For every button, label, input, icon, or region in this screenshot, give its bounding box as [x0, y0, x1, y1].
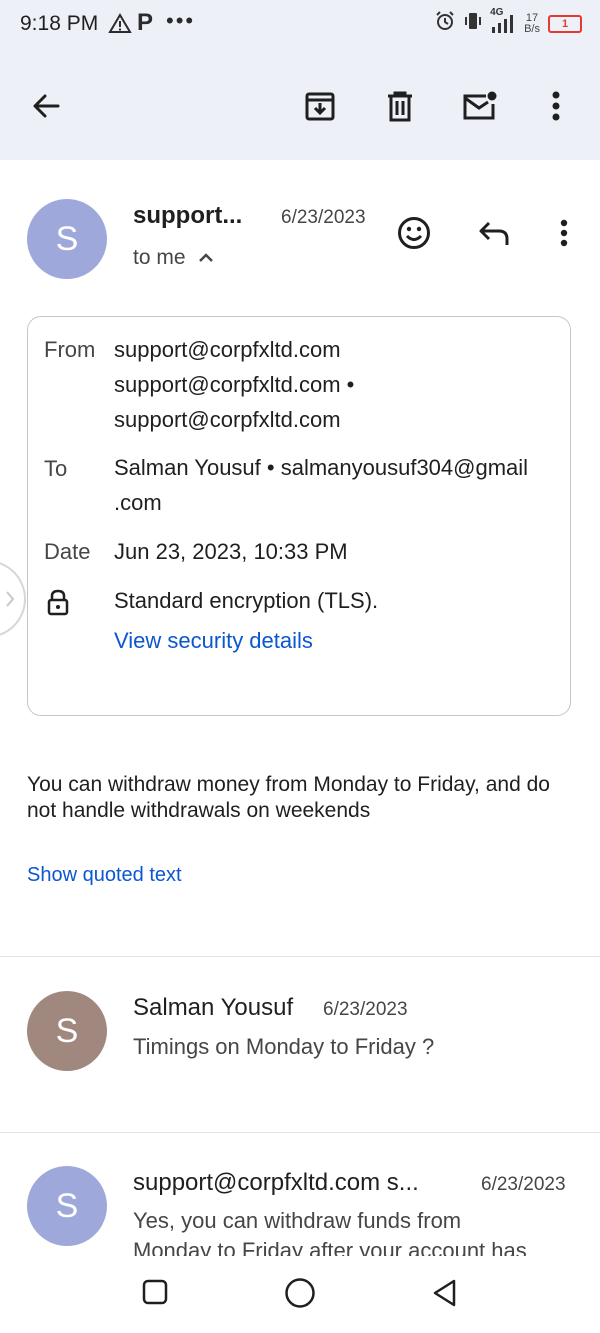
from-line[interactable]: support@corpfxltd.com: [114, 402, 354, 437]
sender-avatar[interactable]: S: [27, 199, 107, 279]
thread-sender: Salman Yousuf: [133, 994, 294, 1021]
mark-unread-button[interactable]: [460, 86, 500, 126]
message-body: You can withdraw money from Monday to Fr…: [27, 773, 550, 822]
from-line[interactable]: support@corpfxltd.com: [114, 332, 354, 367]
thread-snippet: Yes, you can withdraw funds from: [133, 1208, 462, 1233]
parking-icon: P: [137, 9, 154, 36]
chevron-right-icon: [4, 589, 16, 614]
network-speed: 17 B/s: [524, 12, 540, 35]
show-quoted-text-link[interactable]: Show quoted text: [27, 864, 182, 887]
recents-button[interactable]: [141, 1278, 169, 1311]
message-date: 6/23/2023: [281, 207, 366, 228]
triangle-back-icon: [433, 1279, 456, 1307]
to-line[interactable]: .com: [114, 485, 528, 520]
archive-button[interactable]: [300, 86, 340, 126]
emoji-reaction-button[interactable]: [394, 213, 434, 253]
to-line[interactable]: Salman Yousuf • salmanyousuf304@gmail: [114, 450, 528, 485]
thread-snippet: Monday to Friday after your account has: [133, 1238, 527, 1256]
back-button[interactable]: [26, 86, 66, 126]
to-label: To: [44, 456, 68, 481]
alarm-icon: [434, 10, 456, 37]
more-vert-icon: [552, 91, 560, 121]
lock-icon: [46, 588, 70, 621]
vibrate-icon: [464, 10, 482, 37]
to-values: Salman Yousuf • salmanyousuf304@gmail .c…: [114, 450, 528, 520]
status-time: 9:18 PM: [20, 12, 99, 35]
network-label: 4G: [490, 6, 504, 18]
avatar[interactable]: S: [27, 991, 107, 1071]
trash-icon: [388, 91, 412, 122]
recipient-toggle[interactable]: to me: [133, 246, 214, 270]
thread-sender: support@corpfxltd.com s...: [133, 1169, 419, 1196]
view-security-details-link[interactable]: View security details: [114, 628, 313, 654]
square-icon: [142, 1279, 168, 1305]
chevron-up-icon: [198, 253, 213, 262]
thread-snippet: Timings on Monday to Friday ?: [133, 1034, 435, 1059]
speed-unit: B/s: [524, 22, 540, 35]
archive-icon: [305, 92, 335, 121]
reply-icon: [479, 221, 509, 245]
reply-button[interactable]: [474, 213, 514, 253]
more-vert-icon: [560, 219, 568, 247]
date-label: Date: [44, 539, 91, 564]
from-label: From: [44, 337, 96, 362]
recipient-label: to me: [133, 246, 186, 269]
warning-icon: [108, 12, 132, 41]
thread-message[interactable]: S support@corpfxltd.com s... 6/23/2023 Y…: [0, 1133, 600, 1256]
circle-icon: [285, 1278, 315, 1308]
encryption-text: Standard encryption (TLS).: [114, 588, 379, 613]
delete-button[interactable]: [380, 86, 420, 126]
back-nav-button[interactable]: [430, 1277, 460, 1314]
signal-icon: 4G: [490, 7, 516, 35]
home-button[interactable]: [284, 1277, 316, 1314]
battery-icon: 1: [548, 14, 582, 33]
message-more-button[interactable]: [544, 213, 584, 253]
mail-unread-icon: [463, 91, 497, 120]
smiley-icon: [398, 217, 430, 249]
from-values: support@corpfxltd.com support@corpfxltd.…: [114, 332, 354, 437]
status-icons: 4G 17 B/s 1: [434, 7, 582, 37]
from-line[interactable]: support@corpfxltd.com •: [114, 367, 354, 402]
avatar[interactable]: S: [27, 1166, 107, 1246]
more-notifications-icon: •••: [166, 8, 196, 33]
arrow-left-icon: [33, 94, 60, 118]
sender-name[interactable]: support...: [133, 202, 242, 230]
thread-date: 6/23/2023: [323, 999, 408, 1020]
date-value: Jun 23, 2023, 10:33 PM: [114, 539, 348, 564]
thread-date: 6/23/2023: [481, 1174, 566, 1195]
more-options-button[interactable]: [536, 86, 576, 126]
battery-level: 1: [561, 17, 569, 30]
